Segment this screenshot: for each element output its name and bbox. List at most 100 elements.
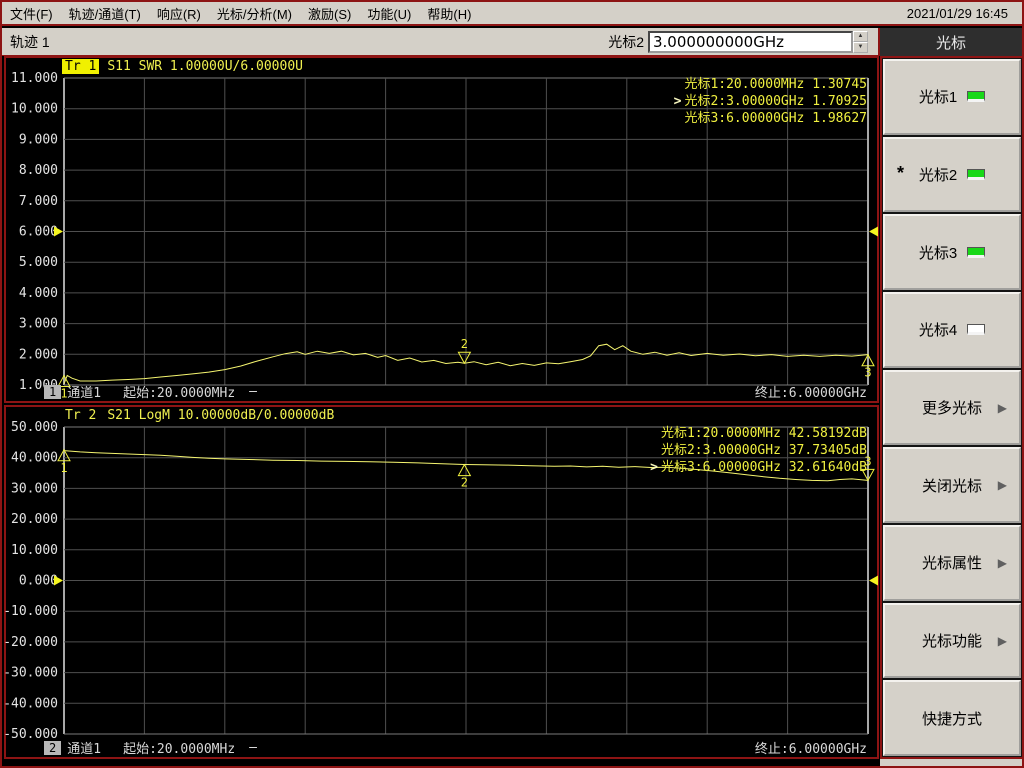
y-axis-tick-label: -40.000 — [3, 696, 58, 711]
reference-level-arrow-right-icon — [869, 575, 878, 586]
active-marker-indicator: > — [650, 460, 658, 475]
trace1-badge[interactable]: Tr 1 — [62, 58, 100, 74]
marker-led-on-icon — [967, 91, 986, 103]
y-axis-tick-label: 10.000 — [11, 102, 58, 117]
y-axis-tick-label: 50.000 — [11, 420, 58, 435]
menu-item-file[interactable]: 文件(F) — [10, 4, 53, 23]
menu-item-trace-channel[interactable]: 轨迹/通道(T) — [69, 4, 141, 23]
menu-item-response[interactable]: 响应(R) — [157, 4, 201, 23]
more-markers-button[interactable]: 更多光标 ▶ — [883, 369, 1021, 446]
y-axis-tick-label: -30.000 — [3, 666, 58, 681]
marker-readout-text: 光标3:6.00000GHz 1.98627 — [684, 111, 867, 126]
marker-softkey-sidebar: 光标1 * 光标2 光标3 光标4 更多光标 ▶ 关闭光标 ▶ 光标属性 ▶ 光标功能 ▶ 快捷方式 — [880, 56, 1022, 759]
marker-number: 2 — [461, 476, 468, 490]
marker-frequency-stepper: ▲ ▼ — [853, 30, 868, 53]
y-axis-tick-label: 0.000 — [19, 574, 58, 589]
marker-functions-button[interactable]: 光标功能 ▶ — [883, 602, 1021, 679]
trace2-footer: 2 通道1 起始:20.0000MHz — 终止:6.00000GHz — [6, 739, 877, 757]
channel2-label: 通道1 — [67, 742, 102, 757]
marker3-button-label: 光标3 — [918, 244, 958, 262]
stepper-up-icon[interactable]: ▲ — [853, 30, 868, 42]
marker-readout-line: 光标1:20.0000MHz 42.58192dB — [650, 425, 867, 442]
trace1-header: Tr 1 S11 SWR 1.00000U/6.00000U — [62, 58, 303, 74]
y-axis-tick-label: 6.000 — [19, 225, 58, 240]
trace2-badge[interactable]: Tr 2 — [62, 408, 99, 423]
stop-frequency-label: 终止:6.00000GHz — [754, 386, 867, 401]
stop-frequency-label: 终止:6.00000GHz — [754, 742, 867, 757]
submenu-arrow-icon: ▶ — [997, 478, 1007, 493]
marker-2-symbol[interactable]: 2 — [457, 337, 472, 365]
marker-led-on-icon — [967, 169, 986, 180]
shortcuts-button[interactable]: 快捷方式 — [883, 680, 1021, 757]
entry-toolbar: 轨迹 1 光标2 ▲ ▼ — [2, 28, 878, 56]
marker-triangle-icon — [457, 463, 472, 477]
marker3-button[interactable]: 光标3 — [883, 214, 1021, 291]
marker-readout-line: 光标1:20.0000MHz 1.30745 — [674, 76, 867, 93]
marker4-button[interactable]: 光标4 — [883, 292, 1021, 368]
clock-datetime: 2021/01/29 16:45 — [906, 5, 1008, 21]
toolbar-row: 轨迹 1 光标2 ▲ ▼ 光标 — [2, 28, 1022, 56]
y-axis-tick-label: 9.000 — [19, 132, 58, 147]
more-markers-button-label: 更多光标 — [921, 400, 982, 418]
marker-number: 3 — [864, 366, 871, 380]
y-axis-tick-label: 8.000 — [19, 163, 58, 178]
marker-number: 1 — [60, 461, 67, 475]
reference-level-arrow-left-icon — [54, 575, 63, 586]
marker-led-on-icon — [967, 246, 986, 258]
trace1-footer: 1 通道1 起始:20.0000MHz — 终止:6.00000GHz — [6, 383, 877, 401]
marker-functions-button-label: 光标功能 — [921, 633, 982, 651]
y-axis-tick-label: 5.000 — [19, 255, 58, 270]
channel1-label: 通道1 — [67, 386, 102, 401]
channel1-badge: 1 — [44, 384, 62, 399]
close-marker-button[interactable]: 关闭光标 ▶ — [883, 447, 1021, 524]
y-axis-tick-label: 11.000 — [11, 71, 58, 86]
marker1-button-label: 光标1 — [918, 89, 958, 107]
marker-readout-line: > 光标2:3.00000GHz 1.70925 — [674, 93, 867, 110]
menu-item-help[interactable]: 帮助(H) — [427, 4, 471, 23]
channel2-badge: 2 — [44, 740, 62, 755]
marker-number: 2 — [461, 337, 468, 351]
y-axis-tick-label: 10.000 — [11, 543, 58, 558]
y-axis-tick-label: 3.000 — [19, 317, 58, 332]
trace1-marker-readouts: 光标1:20.0000MHz 1.30745 > 光标2:3.00000GHz 1.… — [674, 76, 867, 127]
marker-properties-button[interactable]: 光标属性 ▶ — [883, 525, 1021, 601]
trace2-header: Tr 2 S21 LogM 10.00000dB/0.00000dB — [62, 407, 335, 423]
menu-item-marker-analysis[interactable]: 光标/分析(M) — [217, 4, 292, 23]
stepper-down-icon[interactable]: ▼ — [853, 41, 868, 53]
active-softkey-indicator: * — [897, 162, 905, 183]
sidebar-bottom-strip — [880, 759, 1022, 766]
menu-item-stimulus[interactable]: 激励(S) — [308, 4, 351, 23]
sweep-indicator: — — [249, 740, 257, 755]
trace2-marker-readouts: 光标1:20.0000MHz 42.58192dB 光标2:3.00000GHz … — [650, 425, 867, 476]
marker2-button[interactable]: * 光标2 — [883, 136, 1021, 213]
marker-properties-button-label: 光标属性 — [921, 555, 982, 573]
chart-panel-trace2: Tr 2 S21 LogM 10.00000dB/0.00000dB 50.00… — [3, 405, 879, 759]
sidebar-title: 光标 — [878, 28, 1022, 56]
marker-readout-line: > 光标3:6.00000GHz 32.61640dB — [650, 459, 867, 476]
marker1-button[interactable]: 光标1 — [883, 59, 1021, 135]
marker-frequency-input[interactable] — [648, 30, 853, 53]
marker4-button-label: 光标4 — [918, 322, 958, 340]
y-axis-tick-label: 4.000 — [19, 286, 58, 301]
marker-readout-text: 光标1:20.0000MHz 42.58192dB — [660, 426, 867, 441]
trace2-title: S21 LogM 10.00000dB/0.00000dB — [107, 407, 335, 423]
y-axis-tick-label: -20.000 — [3, 635, 58, 650]
submenu-arrow-icon: ▶ — [997, 555, 1007, 570]
marker-led-off-icon — [967, 324, 986, 336]
close-marker-button-label: 关闭光标 — [921, 477, 982, 495]
marker-2-symbol[interactable]: 2 — [457, 463, 472, 490]
marker-entry-label: 光标2 — [608, 33, 644, 50]
menu-item-function[interactable]: 功能(U) — [367, 4, 411, 23]
y-axis-tick-label: -10.000 — [3, 604, 58, 619]
reference-level-arrow-left-icon — [54, 226, 63, 237]
marker-readout-line: 光标3:6.00000GHz 1.98627 — [674, 110, 867, 127]
reference-level-arrow-right-icon — [869, 226, 878, 237]
vna-application-window: 文件(F) 轨迹/通道(T) 响应(R) 光标/分析(M) 激励(S) 功能(U) 帮助(H… — [0, 0, 1024, 768]
marker-readout-text: 光标3:6.00000GHz 32.61640dB — [660, 460, 867, 475]
marker-readout-text: 光标2:3.00000GHz 1.70925 — [684, 94, 867, 109]
start-frequency-label: 起始:20.0000MHz — [123, 386, 236, 401]
y-axis-tick-label: 40.000 — [11, 451, 58, 466]
shortcuts-button-label: 快捷方式 — [921, 710, 982, 728]
y-axis-tick-label: 2.000 — [19, 347, 58, 362]
chart-panel-trace1: Tr 1 S11 SWR 1.00000U/6.00000U 11.000 10.… — [4, 56, 879, 403]
